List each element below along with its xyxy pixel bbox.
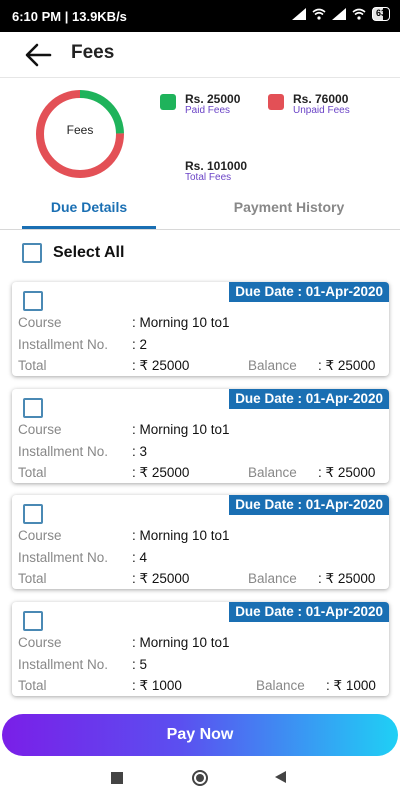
status-time: 6:10 PM | 13.9KB/s <box>12 9 127 24</box>
total-label: Total <box>18 678 47 693</box>
installment-value: : 4 <box>132 550 148 565</box>
course-value: : Morning 10 to1 <box>132 422 230 437</box>
due-date-badge: Due Date : 01-Apr-2020 <box>229 389 389 409</box>
due-card: Due Date : 01-Apr-2020 Course : Morning … <box>12 389 389 483</box>
unpaid-amount: Rs. 76000 <box>293 92 349 106</box>
unpaid-label: Unpaid Fees <box>293 105 350 116</box>
total-value: : ₹ 25000 <box>132 571 190 586</box>
status-icons: 63 <box>291 7 390 21</box>
wifi-icon <box>312 8 326 20</box>
balance-label: Balance <box>256 678 305 693</box>
balance-value: : ₹ 25000 <box>318 465 376 480</box>
installment-label: Installment No. <box>18 657 109 672</box>
cell-signal-icon <box>291 8 306 20</box>
square-icon[interactable] <box>111 772 123 784</box>
paid-label: Paid Fees <box>185 105 231 116</box>
circle-icon[interactable] <box>192 770 208 786</box>
total-value: : ₹ 1000 <box>132 678 182 693</box>
due-date-badge: Due Date : 01-Apr-2020 <box>229 495 389 515</box>
installment-label: Installment No. <box>18 444 109 459</box>
donut-label: Fees <box>66 123 94 137</box>
course-value: : Morning 10 to1 <box>132 528 230 543</box>
tab-payment-history[interactable]: Payment History <box>178 192 400 230</box>
paid-amount: Rs. 25000 <box>185 92 241 106</box>
status-bar: 6:10 PM | 13.9KB/s 63 <box>0 0 400 32</box>
tab-bar: Due Details Payment History <box>0 192 400 230</box>
paid-color-swatch <box>160 94 176 110</box>
tab-due-details[interactable]: Due Details <box>0 192 178 230</box>
select-all-label: Select All <box>53 244 125 261</box>
balance-label: Balance <box>248 571 297 586</box>
triangle-back-icon[interactable] <box>275 771 286 783</box>
balance-value: : ₹ 25000 <box>318 571 376 586</box>
pay-now-button[interactable]: Pay Now <box>2 714 398 756</box>
select-all-checkbox[interactable] <box>22 243 42 263</box>
battery-level: 63 <box>375 8 386 18</box>
total-value: : ₹ 25000 <box>132 465 190 480</box>
course-label: Course <box>18 422 62 437</box>
wifi-icon-2 <box>352 8 366 20</box>
total-value: : ₹ 25000 <box>132 358 190 373</box>
due-checkbox[interactable] <box>23 611 43 631</box>
balance-value: : ₹ 1000 <box>326 678 376 693</box>
battery-icon: 63 <box>371 7 390 21</box>
arrow-left-icon[interactable] <box>24 42 52 68</box>
total-amount: Rs. 101000 <box>185 159 248 173</box>
course-value: : Morning 10 to1 <box>132 635 230 650</box>
total-label: Total <box>18 358 47 373</box>
installment-label: Installment No. <box>18 337 109 352</box>
active-tab-indicator <box>22 226 156 229</box>
cell-signal-icon-2 <box>331 8 346 20</box>
fees-summary: Fees Rs. 25000 Paid Fees Rs. 76000 Unpai… <box>0 80 400 190</box>
due-card: Due Date : 01-Apr-2020 Course : Morning … <box>12 495 389 589</box>
installment-value: : 3 <box>132 444 148 459</box>
due-checkbox[interactable] <box>23 398 43 418</box>
installment-value: : 2 <box>132 337 148 352</box>
due-date-badge: Due Date : 01-Apr-2020 <box>229 282 389 302</box>
due-checkbox[interactable] <box>23 504 43 524</box>
due-date-badge: Due Date : 01-Apr-2020 <box>229 602 389 622</box>
installment-label: Installment No. <box>18 550 109 565</box>
total-label: Total <box>18 571 47 586</box>
total-label: Total Fees <box>185 172 232 183</box>
balance-label: Balance <box>248 465 297 480</box>
course-value: : Morning 10 to1 <box>132 315 230 330</box>
course-label: Course <box>18 315 62 330</box>
course-label: Course <box>18 528 62 543</box>
due-card: Due Date : 01-Apr-2020 Course : Morning … <box>12 282 389 376</box>
due-checkbox[interactable] <box>23 291 43 311</box>
course-label: Course <box>18 635 62 650</box>
unpaid-color-swatch <box>268 94 284 110</box>
system-nav-bar <box>0 760 400 800</box>
installment-value: : 5 <box>132 657 148 672</box>
balance-value: : ₹ 25000 <box>318 358 376 373</box>
select-all-row[interactable]: Select All <box>22 240 124 266</box>
due-card: Due Date : 01-Apr-2020 Course : Morning … <box>12 602 389 696</box>
app-bar: Fees <box>0 32 400 78</box>
page-title: Fees <box>71 42 115 63</box>
total-label: Total <box>18 465 47 480</box>
balance-label: Balance <box>248 358 297 373</box>
